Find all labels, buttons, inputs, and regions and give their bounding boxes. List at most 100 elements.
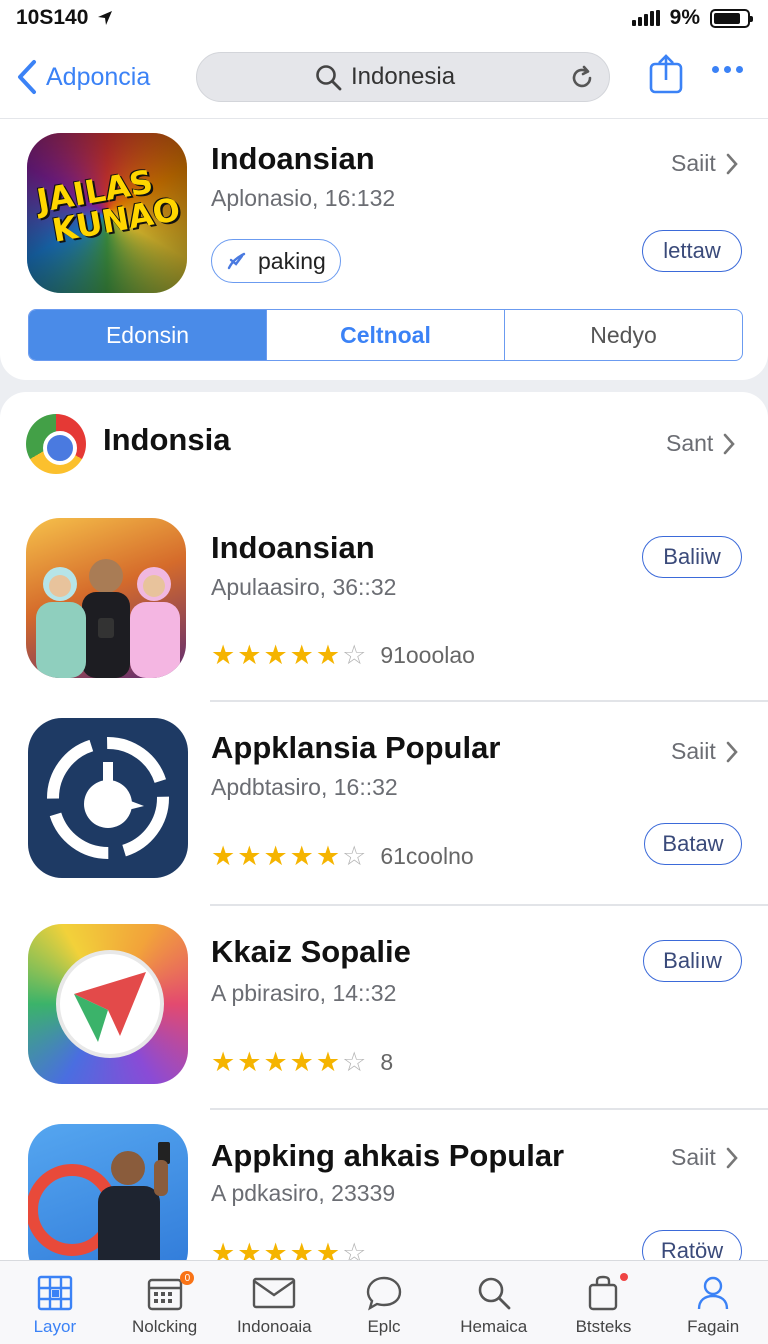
featured-app-title[interactable]: Indoansian xyxy=(211,141,375,177)
tab-eplc[interactable]: Eplc xyxy=(329,1261,439,1344)
man-photo-icon xyxy=(28,1142,170,1260)
star-full-icon: ★ xyxy=(237,841,262,871)
app-icon-1[interactable] xyxy=(26,518,186,678)
star-half-icon: ★ xyxy=(315,640,341,670)
back-label: Adponcia xyxy=(46,62,151,91)
featured-tag-pill[interactable]: paking xyxy=(211,239,341,283)
app-rating-2: ★ ★ ★ ★ ★ ☆ 61coolno xyxy=(211,841,474,872)
star-full-icon: ★ xyxy=(211,1238,236,1260)
app-subtitle-1: Apulaasiro, 36::32 xyxy=(211,574,397,600)
row-divider xyxy=(210,700,768,702)
row-divider xyxy=(210,904,768,906)
link-icon xyxy=(227,252,246,270)
tab-bar: Layor 0 Nolcking Indonoaia Eplc Hemaica … xyxy=(0,1260,768,1344)
cellular-signal-icon xyxy=(631,10,660,26)
refresh-icon[interactable] xyxy=(569,65,595,91)
section-see-link[interactable]: Sant xyxy=(666,430,736,457)
app-icon-2[interactable] xyxy=(28,718,188,878)
star-full-icon: ★ xyxy=(237,1047,262,1077)
section-title: Indonsia xyxy=(103,422,231,457)
star-full-icon: ★ xyxy=(263,1238,288,1260)
star-full-icon: ★ xyxy=(289,1047,314,1077)
nav-header: Adponcia Indonesia xyxy=(0,36,768,118)
star-full-icon: ★ xyxy=(289,841,314,871)
app-action-button-1[interactable]: Baliiw xyxy=(642,536,742,578)
app-action-button-2[interactable]: Bataw xyxy=(644,823,742,865)
tab-hemaica[interactable]: Hemaica xyxy=(439,1261,549,1344)
more-options-icon[interactable] xyxy=(712,66,743,73)
featured-app-subtitle: Aplonasio, 16:132 xyxy=(211,185,396,211)
battery-icon xyxy=(710,8,753,28)
location-arrow-icon xyxy=(98,11,113,25)
bag-icon xyxy=(589,1275,618,1311)
status-bar: 10S140 9% xyxy=(0,0,768,36)
search-field[interactable]: Indonesia xyxy=(196,52,610,102)
share-icon[interactable] xyxy=(648,54,684,94)
tab-label-nolcking: Nolcking xyxy=(131,1317,198,1336)
tab-label-fagain: Fagain xyxy=(687,1317,740,1336)
app-rating-1: ★ ★ ★ ★ ★ ☆ 91ooolao xyxy=(211,640,475,671)
app-subtitle-4: A pdkasiro, 23339 xyxy=(211,1180,396,1206)
play-badge-icon xyxy=(56,950,164,1058)
search-icon xyxy=(478,1277,511,1310)
tab-nolcking[interactable]: 0 Nolcking xyxy=(110,1261,220,1344)
app-rating-count-1: 91ooolao xyxy=(380,642,475,668)
chevron-right-icon xyxy=(726,741,738,762)
star-full-icon: ★ xyxy=(211,640,236,670)
star-empty-icon: ☆ xyxy=(342,1238,367,1260)
chevron-right-icon xyxy=(726,153,738,174)
app-icon-3[interactable] xyxy=(28,924,188,1084)
segment-option-3[interactable]: Nedyo xyxy=(505,310,742,360)
star-full-icon: ★ xyxy=(237,640,262,670)
tab-btsteks[interactable]: Btsteks xyxy=(549,1261,659,1344)
tab-indonoaia[interactable]: Indonoaia xyxy=(219,1261,329,1344)
tab-label-btsteks: Btsteks xyxy=(575,1317,632,1336)
app-action-button-4[interactable]: Ratöw xyxy=(642,1230,742,1260)
app-see-label-4: Saiit xyxy=(671,1144,716,1170)
featured-app-card: JAILAS KUNAO Indoansian Aplonasio, 16:13… xyxy=(0,118,768,380)
app-title-3[interactable]: Kkaiz Sopalie xyxy=(211,934,411,970)
person-icon xyxy=(697,1276,729,1310)
app-subtitle-2: Apdbtasiro, 16::32 xyxy=(211,774,398,800)
star-full-icon: ★ xyxy=(289,640,314,670)
featured-tag-label: paking xyxy=(258,247,326,274)
star-half-icon: ★ xyxy=(315,1238,341,1260)
star-full-icon: ★ xyxy=(237,1238,262,1260)
tab-label-eplc: Eplc xyxy=(367,1317,401,1336)
notification-dot xyxy=(620,1273,629,1281)
segment-option-2[interactable]: Celtnoal xyxy=(267,310,505,360)
star-empty-icon: ☆ xyxy=(342,1047,367,1077)
star-full-icon: ★ xyxy=(211,1047,236,1077)
tab-label-layor: Layor xyxy=(33,1317,77,1336)
chevron-right-icon xyxy=(726,1147,738,1168)
star-full-icon: ★ xyxy=(289,1238,314,1260)
app-see-link-2[interactable]: Saiit xyxy=(671,738,738,765)
featured-app-icon[interactable]: JAILAS KUNAO xyxy=(27,133,187,293)
app-rating-3: ★ ★ ★ ★ ★ ☆ 8 xyxy=(211,1047,393,1078)
notification-badge: 0 xyxy=(180,1271,195,1285)
app-see-link-4[interactable]: Saiit xyxy=(671,1144,738,1171)
back-button[interactable]: Adponcia xyxy=(16,59,196,95)
star-empty-icon: ☆ xyxy=(342,841,367,871)
app-title-4[interactable]: Appking ahkais Popular xyxy=(211,1138,564,1174)
app-icon-4[interactable] xyxy=(28,1124,188,1260)
row-divider xyxy=(210,1108,768,1110)
star-empty-icon: ☆ xyxy=(342,640,367,670)
calendar-icon xyxy=(147,1278,182,1311)
segment-option-1[interactable]: Edonsin xyxy=(29,310,267,360)
target-logo-icon xyxy=(47,737,169,859)
app-action-button-3[interactable]: Baliıw xyxy=(643,940,742,982)
app-rating-count-2: 61coolno xyxy=(380,843,474,869)
featured-see-link[interactable]: Saiit xyxy=(671,150,738,177)
tab-layor[interactable]: Layor xyxy=(0,1261,110,1344)
chevron-right-icon xyxy=(724,433,736,454)
status-time: 10S140 xyxy=(16,6,89,29)
battery-percent: 9% xyxy=(669,6,700,29)
tab-label-hemaica: Hemaica xyxy=(460,1317,528,1336)
app-see-label-2: Saiit xyxy=(671,738,716,764)
grid-icon xyxy=(37,1275,73,1311)
featured-action-button[interactable]: lettaw xyxy=(642,230,742,272)
app-title-2[interactable]: Appklansia Popular xyxy=(211,730,500,766)
app-title-1[interactable]: Indoansian xyxy=(211,530,375,566)
tab-fagain[interactable]: Fagain xyxy=(658,1261,768,1344)
